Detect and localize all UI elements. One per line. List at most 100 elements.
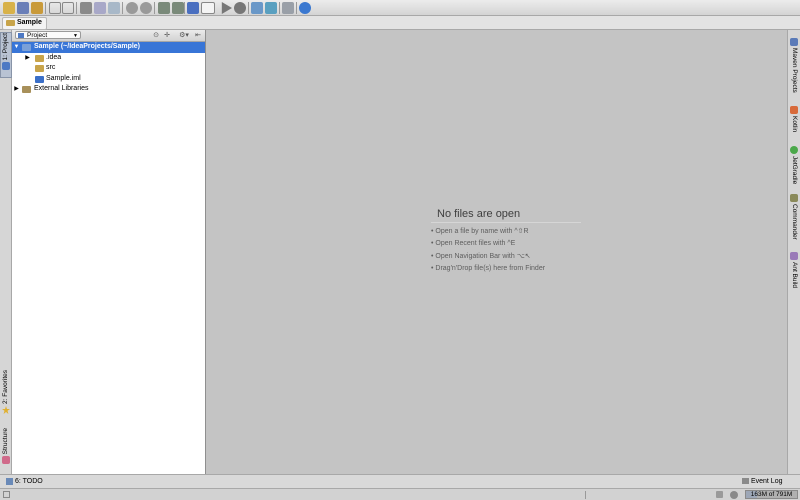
- find-icon[interactable]: [126, 2, 138, 14]
- run-config-dropdown[interactable]: [201, 2, 215, 14]
- bottom-tool-strip: 6: TODO Event Log: [0, 474, 800, 488]
- tab-favorites-label: 2: Favorites: [2, 370, 9, 404]
- hint-list: • Open a file by name with ^⇧R • Open Re…: [431, 226, 581, 275]
- scroll-from-source-icon[interactable]: ⊙: [152, 32, 160, 40]
- collapse-all-icon[interactable]: ✛: [163, 32, 171, 40]
- folder-icon: [35, 54, 44, 62]
- tab-jetgradle[interactable]: JetGradle: [788, 144, 800, 184]
- paste-icon[interactable]: [108, 2, 120, 14]
- structure-icon: [2, 456, 10, 465]
- expand-arrow-icon[interactable]: ▼: [13, 42, 20, 53]
- tab-event-log-label: Event Log: [750, 478, 783, 485]
- star-icon: [2, 405, 10, 414]
- collapse-arrow-icon[interactable]: ▶: [13, 84, 20, 95]
- project-view-icon: [18, 33, 24, 38]
- todo-icon: [6, 477, 13, 485]
- toolbar-separator: [45, 2, 46, 14]
- right-tool-strip: Maven Projects Kotlin JetGradle Commande…: [787, 30, 800, 474]
- toolbar-separator: [76, 2, 77, 14]
- tab-structure[interactable]: Structure: [0, 428, 12, 472]
- tab-project-label: 1: Project: [2, 33, 9, 61]
- tree-node-label: Sample.iml: [46, 74, 81, 82]
- toolbar-separator: [279, 2, 280, 14]
- project-tool-window: Project ▼ ⊙ ✛ ⚙▾ ⇤ ▼ Sample (~/IdeaProje…: [12, 30, 206, 474]
- tab-kotlin[interactable]: Kotlin: [788, 104, 800, 136]
- breadcrumb-project[interactable]: Sample: [2, 17, 47, 30]
- save-icon[interactable]: [17, 2, 29, 14]
- tab-structure-label: Structure: [2, 428, 9, 455]
- breadcrumb-label: Sample: [17, 19, 42, 26]
- collapse-arrow-icon[interactable]: ▶: [24, 53, 31, 64]
- event-log-icon: [742, 478, 749, 485]
- navigation-bar: Sample: [0, 16, 800, 30]
- build-icon[interactable]: [187, 2, 199, 14]
- project-view-selector[interactable]: Project ▼: [15, 31, 81, 39]
- redo-icon[interactable]: [62, 2, 74, 14]
- memory-indicator-label: 163M of 791M: [750, 491, 793, 498]
- tree-node-label: Sample (~/IdeaProjects/Sample): [34, 43, 141, 50]
- empty-editor-title: No files are open: [431, 208, 581, 223]
- toolbar-separator: [154, 2, 155, 14]
- sdk-icon[interactable]: [251, 2, 263, 14]
- tree-node-iml[interactable]: Sample.iml: [12, 74, 205, 85]
- memory-indicator[interactable]: 163M of 791M: [745, 490, 798, 499]
- tab-ant-build[interactable]: Ant Build: [788, 250, 800, 292]
- hint-item: • Drag'n'Drop file(s) here from Finder: [431, 264, 546, 272]
- toggle-tool-windows-icon[interactable]: [3, 491, 10, 498]
- tab-ant-label: Ant Build: [791, 262, 798, 289]
- hide-panel-icon[interactable]: ⇤: [194, 32, 202, 40]
- tree-node-idea[interactable]: ▶ .idea: [12, 53, 205, 64]
- debug-icon[interactable]: [234, 2, 246, 14]
- tab-maven-label: Maven Projects: [791, 48, 798, 93]
- editor-area[interactable]: No files are open • Open a file by name …: [207, 30, 787, 474]
- left-tool-strip: 1: Project 2: Favorites Structure: [0, 30, 12, 474]
- chevron-down-icon: ▼: [73, 33, 78, 39]
- toolbar-separator: [184, 2, 185, 14]
- tree-node-label: External Libraries: [34, 85, 89, 92]
- replace-icon[interactable]: [140, 2, 152, 14]
- undo-icon[interactable]: [49, 2, 61, 14]
- tab-maven-projects[interactable]: Maven Projects: [788, 36, 800, 94]
- project-icon: [2, 62, 10, 71]
- tab-commander[interactable]: Commander: [788, 192, 800, 242]
- cut-icon[interactable]: [80, 2, 92, 14]
- tree-node-label: .idea: [46, 53, 62, 61]
- hint-item: • Open a file by name with ^⇧R: [431, 228, 529, 235]
- hint-item: • Open Recent files with ^E: [431, 240, 516, 248]
- tab-favorites[interactable]: 2: Favorites: [0, 370, 12, 422]
- help-icon[interactable]: [299, 2, 311, 14]
- status-bar: 163M of 791M: [0, 488, 800, 500]
- tree-node-src[interactable]: src: [12, 63, 205, 74]
- gear-icon[interactable]: ⚙▾: [178, 32, 190, 40]
- forward-icon[interactable]: [172, 2, 184, 14]
- tab-jetgradle-label: JetGradle: [791, 155, 798, 184]
- libraries-icon: [22, 86, 31, 93]
- gradle-icon: [790, 146, 798, 154]
- empty-editor-hints: No files are open • Open a file by name …: [431, 208, 581, 275]
- tree-node-root[interactable]: ▼ Sample (~/IdeaProjects/Sample): [12, 42, 205, 53]
- open-folder-icon[interactable]: [3, 2, 15, 14]
- tab-todo-label: 6: TODO: [14, 478, 43, 485]
- iml-file-icon: [35, 75, 44, 83]
- back-icon[interactable]: [158, 2, 170, 14]
- tree-node-label: src: [46, 64, 56, 71]
- folder-icon: [35, 65, 44, 72]
- lock-icon[interactable]: [716, 491, 723, 498]
- kotlin-icon: [790, 106, 798, 114]
- sync-icon[interactable]: [31, 2, 43, 14]
- folder-icon: [6, 20, 15, 26]
- hint-item: • Open Navigation Bar with ⌥↖: [431, 252, 531, 260]
- tree-node-external-libraries[interactable]: ▶ External Libraries: [12, 84, 205, 95]
- tab-todo[interactable]: 6: TODO: [6, 477, 43, 486]
- status-separator: [585, 491, 586, 499]
- tab-project[interactable]: 1: Project: [0, 32, 12, 78]
- vcs-icon[interactable]: [265, 2, 277, 14]
- project-panel-header: Project ▼ ⊙ ✛ ⚙▾ ⇤: [12, 30, 205, 42]
- copy-icon[interactable]: [94, 2, 106, 14]
- tab-event-log[interactable]: Event Log: [742, 477, 782, 486]
- toolbar-separator: [296, 2, 297, 14]
- module-folder-icon: [22, 44, 31, 51]
- run-icon[interactable]: [221, 2, 232, 14]
- inspector-icon[interactable]: [730, 491, 738, 499]
- project-structure-icon[interactable]: [282, 2, 294, 14]
